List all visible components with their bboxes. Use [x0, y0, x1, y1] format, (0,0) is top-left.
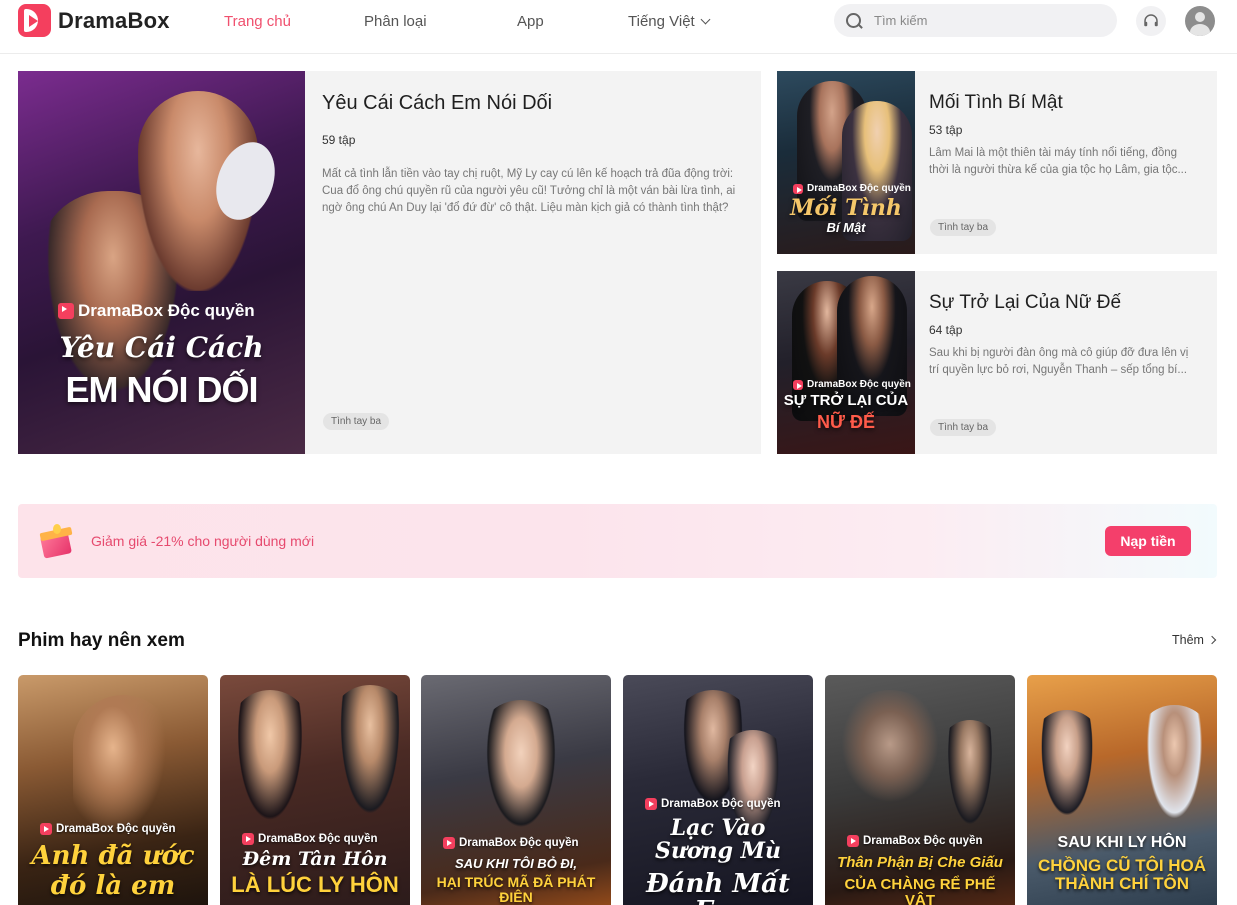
card-title-line2: CỦA CHÀNG RỂ PHẾ VẬT [844, 876, 996, 905]
card-title-line2: LÀ LÚC LY HÔN [231, 872, 399, 897]
user-avatar[interactable] [1185, 6, 1215, 36]
gift-icon [38, 522, 74, 559]
more-link[interactable]: Thêm [1172, 633, 1217, 647]
drama-card[interactable]: DramaBox Độc quyền Lạc Vào Sương Mù Đánh… [623, 675, 813, 905]
dramabox-logo-icon [443, 837, 455, 849]
episode-count: 53 tập [929, 123, 963, 137]
card-title-line1: SAU KHI LY HÔN [1057, 834, 1187, 851]
language-label: Tiếng Việt [628, 13, 695, 30]
poster-brand-text: DramaBox Độc quyền [258, 833, 378, 845]
poster-brand: DramaBox Độc quyền [793, 379, 911, 390]
poster-brand: DramaBox Độc quyền [58, 301, 255, 321]
top-up-button[interactable]: Nạp tiền [1105, 526, 1191, 556]
card-title-line2: HẠI TRÚC MÃ ĐÃ PHÁT ĐIÊN [436, 874, 596, 905]
drama-card[interactable]: SAU KHI LY HÔN CHỒNG CŨ TÔI HOÁ THÀNH CH… [1027, 675, 1217, 905]
card-title-line2: Đánh Mất Em [645, 869, 791, 905]
featured-side-card[interactable]: DramaBox Độc quyền Mối Tình Bí Mật Mối T… [777, 71, 1217, 254]
chevron-down-icon [700, 14, 711, 25]
nav-app[interactable]: App [517, 13, 544, 30]
dramabox-logo-icon [40, 823, 52, 835]
poster-brand-text: DramaBox Độc quyền [863, 835, 983, 847]
logo[interactable]: DramaBox [18, 4, 170, 37]
search-icon [846, 12, 862, 29]
dramabox-logo-icon [645, 798, 657, 810]
card-title-line1: Đêm Tân Hôn [242, 848, 388, 870]
featured-side-description: Lâm Mai là một thiên tài máy tính nổi ti… [929, 147, 1188, 176]
drama-card[interactable]: DramaBox Độc quyền Anh đã ước đó là em [18, 675, 208, 905]
poster-brand: DramaBox Độc quyền [40, 823, 176, 835]
search-box[interactable] [834, 4, 1117, 37]
poster-title-line2: EM NÓI DỐI [65, 369, 258, 410]
featured-side-card[interactable]: DramaBox Độc quyền SỰ TRỞ LẠI CỦA NỮ ĐẾ … [777, 271, 1217, 454]
language-selector[interactable]: Tiếng Việt [628, 13, 711, 30]
support-button[interactable] [1136, 6, 1166, 36]
drama-card[interactable]: DramaBox Độc quyền Đêm Tân Hôn LÀ LÚC LY… [220, 675, 410, 905]
poster-title-line1: Mối Tình [790, 195, 902, 221]
nav-home[interactable]: Trang chủ [224, 13, 291, 30]
more-label: Thêm [1172, 633, 1204, 647]
card-title-line2: đó là em [50, 871, 176, 901]
dramabox-logo-icon [18, 4, 51, 37]
card-title-line1: Anh đã ước [31, 841, 195, 871]
drama-poster [220, 675, 410, 905]
featured-main-poster[interactable]: DramaBox Độc quyền Yêu Cái Cách EM NÓI D… [18, 71, 305, 454]
poster-brand-text: DramaBox Độc quyền [807, 183, 911, 194]
featured-main-title[interactable]: Yêu Cái Cách Em Nói Dối [322, 92, 552, 115]
dramabox-logo-icon [847, 835, 859, 847]
genre-tag[interactable]: Tình tay ba [930, 219, 997, 236]
dramabox-logo-icon [242, 833, 254, 845]
headset-icon [1144, 14, 1158, 27]
poster-brand: DramaBox Độc quyền [645, 798, 781, 810]
episode-count: 59 tập [322, 133, 356, 147]
poster-brand: DramaBox Độc quyền [847, 835, 983, 847]
genre-tag[interactable]: Tình tay ba [930, 419, 997, 436]
featured-side-title[interactable]: Sự Trở Lại Của Nữ Đế [929, 292, 1121, 314]
poster-title-line2: NỮ ĐẾ [817, 412, 875, 432]
card-title-line1: Thân Phận Bị Che Giấu [837, 854, 1003, 871]
logo-text: DramaBox [58, 7, 170, 33]
genre-tag[interactable]: Tình tay ba [323, 413, 390, 430]
drama-card[interactable]: DramaBox Độc quyền SAU KHI TÔI BỎ ĐI, HẠ… [421, 675, 611, 905]
poster-title-line1: SỰ TRỞ LẠI CỦA [783, 392, 909, 409]
poster-brand-text: DramaBox Độc quyền [459, 837, 579, 849]
episode-count: 64 tập [929, 323, 963, 337]
drama-card[interactable]: DramaBox Độc quyền Thân Phận Bị Che Giấu… [825, 675, 1015, 905]
promo-banner: Giảm giá -21% cho người dùng mới Nạp tiề… [18, 504, 1217, 578]
card-title-line1: SAU KHI TÔI BỎ ĐI, [454, 856, 578, 871]
section-title: Phim hay nên xem [18, 630, 185, 651]
poster-title-line2: Bí Mật [826, 220, 866, 235]
dramabox-logo-icon [793, 379, 803, 390]
poster-brand-text: DramaBox Độc quyền [807, 379, 911, 390]
featured-side-poster[interactable]: DramaBox Độc quyền Mối Tình Bí Mật [777, 71, 915, 254]
dramabox-logo-icon [793, 183, 803, 194]
dramabox-logo-icon [58, 303, 74, 319]
poster-brand: DramaBox Độc quyền [793, 183, 911, 194]
chevron-right-icon [1207, 635, 1217, 645]
poster-brand: DramaBox Độc quyền [242, 833, 378, 845]
poster-brand-text: DramaBox Độc quyền [661, 798, 781, 810]
featured-side-description: Sau khi bị người đàn ông mà cô giúp đỡ đ… [929, 347, 1189, 376]
card-title-line2: CHỒNG CŨ TÔI HOÁ THÀNH CHÍ TÔN [1037, 856, 1207, 893]
poster-brand-text: DramaBox Độc quyền [56, 823, 176, 835]
featured-side-title[interactable]: Mối Tình Bí Mật [929, 92, 1063, 114]
poster-title-line1: Yêu Cái Cách [59, 331, 264, 364]
nav-category[interactable]: Phân loại [364, 13, 427, 30]
featured-side-poster[interactable]: DramaBox Độc quyền SỰ TRỞ LẠI CỦA NỮ ĐẾ [777, 271, 915, 454]
featured-main-card[interactable]: DramaBox Độc quyền Yêu Cái Cách EM NÓI D… [18, 71, 761, 454]
search-input[interactable] [874, 13, 1094, 28]
poster-brand: DramaBox Độc quyền [443, 837, 579, 849]
site-header: DramaBox Trang chủ Phân loại App Tiếng V… [0, 0, 1237, 54]
promo-text: Giảm giá -21% cho người dùng mới [91, 533, 315, 549]
poster-brand-text: DramaBox Độc quyền [78, 301, 255, 320]
featured-main-description: Mất cả tình lẫn tiền vào tay chị ruột, M… [322, 168, 736, 214]
card-title-line1: Lạc Vào Sương Mù [655, 815, 781, 865]
